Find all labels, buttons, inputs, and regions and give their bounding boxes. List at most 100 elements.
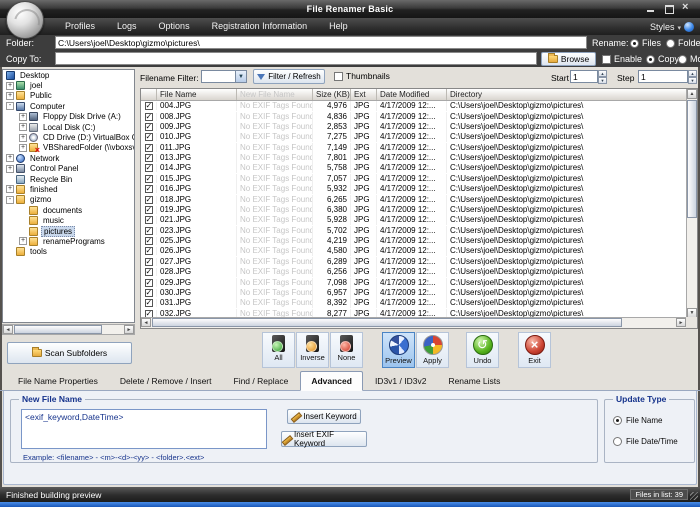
tree-item-pictures[interactable]: pictures: [3, 226, 134, 236]
browse-button[interactable]: Browse: [541, 52, 596, 66]
tab-id3v1-id3v2[interactable]: ID3v1 / ID3v2: [365, 372, 437, 390]
expand-icon[interactable]: +: [6, 82, 14, 90]
inverse-button[interactable]: Inverse: [296, 332, 329, 368]
filter-refresh-button[interactable]: Filter / Refresh: [253, 69, 325, 84]
expand-icon[interactable]: +: [6, 185, 14, 193]
table-row[interactable]: 009.JPGNo EXIF Tags Found2,853JPG4/17/20…: [141, 122, 686, 132]
folder-input[interactable]: [55, 36, 587, 49]
column-header-file-name[interactable]: File Name: [157, 89, 237, 100]
checked-checkbox-icon[interactable]: [145, 185, 153, 193]
spin-up-icon[interactable]: ▲: [598, 70, 607, 77]
expand-icon[interactable]: +: [19, 123, 27, 131]
table-row[interactable]: 008.JPGNo EXIF Tags Found4,836JPG4/17/20…: [141, 111, 686, 121]
tab-find-replace[interactable]: Find / Replace: [224, 372, 299, 390]
checked-checkbox-icon[interactable]: [145, 258, 153, 266]
checked-checkbox-icon[interactable]: [145, 247, 153, 255]
table-row[interactable]: 031.JPGNo EXIF Tags Found8,392JPG4/17/20…: [141, 298, 686, 308]
move-radio[interactable]: Move: [678, 54, 700, 64]
tree-item-network[interactable]: +Network: [3, 153, 134, 163]
spin-up-icon[interactable]: ▲: [688, 70, 697, 77]
tree-item-control-panel[interactable]: +Control Panel: [3, 164, 134, 174]
expand-icon[interactable]: +: [19, 144, 27, 152]
table-row[interactable]: 025.JPGNo EXIF Tags Found4,219JPG4/17/20…: [141, 236, 686, 246]
column-header-size-kb[interactable]: Size (KB): [313, 89, 351, 100]
expand-icon[interactable]: +: [19, 113, 27, 121]
scroll-thumb[interactable]: [687, 100, 697, 218]
table-row[interactable]: 023.JPGNo EXIF Tags Found5,702JPG4/17/20…: [141, 226, 686, 236]
enable-checkbox[interactable]: Enable: [602, 54, 642, 64]
checked-checkbox-icon[interactable]: [145, 196, 153, 204]
tree-item-tools[interactable]: tools: [3, 247, 134, 257]
styles-menu[interactable]: Styles: [650, 18, 694, 35]
tree-item-joel[interactable]: +joel: [3, 80, 134, 90]
menu-item-logs[interactable]: Logs: [106, 18, 148, 35]
tree-item-gizmo[interactable]: -gizmo: [3, 195, 134, 205]
table-row[interactable]: 030.JPGNo EXIF Tags Found6,957JPG4/17/20…: [141, 288, 686, 298]
filename-filter-combo[interactable]: ▼: [201, 70, 247, 83]
tree-item-desktop[interactable]: Desktop: [3, 70, 134, 80]
table-row[interactable]: 032.JPGNo EXIF Tags Found8,277JPG4/17/20…: [141, 309, 686, 318]
scan-subfolders-button[interactable]: Scan Subfolders: [7, 342, 132, 364]
step-spinner[interactable]: ▲▼: [688, 70, 697, 83]
tree-item-documents[interactable]: documents: [3, 205, 134, 215]
table-row[interactable]: 026.JPGNo EXIF Tags Found4,580JPG4/17/20…: [141, 246, 686, 256]
checked-checkbox-icon[interactable]: [145, 144, 153, 152]
column-header-ext[interactable]: Ext: [351, 89, 377, 100]
maximize-icon[interactable]: [664, 4, 674, 13]
checked-checkbox-icon[interactable]: [145, 133, 153, 141]
tree-item-recycle-bin[interactable]: Recycle Bin: [3, 174, 134, 184]
table-vscrollbar[interactable]: ▲ ▼: [686, 89, 697, 318]
checked-checkbox-icon[interactable]: [145, 237, 153, 245]
resize-grip-icon[interactable]: [690, 492, 698, 500]
table-row[interactable]: 018.JPGNo EXIF Tags Found6,265JPG4/17/20…: [141, 194, 686, 204]
checked-checkbox-icon[interactable]: [145, 123, 153, 131]
scroll-left-icon[interactable]: ◄: [141, 318, 151, 327]
checked-checkbox-icon[interactable]: [145, 154, 153, 162]
tree-hscrollbar[interactable]: ◄ ►: [2, 324, 135, 335]
table-row[interactable]: 021.JPGNo EXIF Tags Found5,928JPG4/17/20…: [141, 215, 686, 225]
tree-item-local-disk-c[interactable]: +Local Disk (C:): [3, 122, 134, 132]
all-button[interactable]: All: [262, 332, 295, 368]
scroll-thumb[interactable]: [152, 318, 622, 327]
apply-button[interactable]: Apply: [416, 332, 449, 368]
expand-icon[interactable]: +: [19, 134, 27, 142]
checked-checkbox-icon[interactable]: [145, 113, 153, 121]
tab-file-name-properties[interactable]: File Name Properties: [8, 372, 108, 390]
table-row[interactable]: 019.JPGNo EXIF Tags Found6,380JPG4/17/20…: [141, 205, 686, 215]
table-row[interactable]: 016.JPGNo EXIF Tags Found5,932JPG4/17/20…: [141, 184, 686, 194]
expand-icon[interactable]: +: [6, 154, 14, 162]
tree-item-computer[interactable]: -Computer: [3, 101, 134, 111]
table-row[interactable]: 013.JPGNo EXIF Tags Found7,801JPG4/17/20…: [141, 153, 686, 163]
tree-item-vbsharedfolder-vboxsvr-2[interactable]: +VBSharedFolder (\\vboxsvr) (2: [3, 143, 134, 153]
menu-item-options[interactable]: Options: [148, 18, 201, 35]
collapse-icon[interactable]: -: [6, 196, 14, 204]
table-row[interactable]: 029.JPGNo EXIF Tags Found7,098JPG4/17/20…: [141, 277, 686, 287]
thumbnails-checkbox[interactable]: Thumbnails: [334, 71, 390, 81]
tree-item-music[interactable]: music: [3, 215, 134, 225]
checked-checkbox-icon[interactable]: [145, 206, 153, 214]
tree-item-floppy-disk-drive-a[interactable]: +Floppy Disk Drive (A:): [3, 112, 134, 122]
new-name-pattern-input[interactable]: <exif_keyword,DateTime>: [21, 409, 267, 449]
insert-exif-keyword-button[interactable]: Insert EXIF Keyword: [281, 431, 367, 447]
tab-advanced[interactable]: Advanced: [300, 371, 363, 391]
update-file-name-radio[interactable]: File Name: [613, 416, 662, 425]
help-icon[interactable]: [684, 22, 694, 32]
tree-item-finished[interactable]: +finished: [3, 184, 134, 194]
scroll-up-icon[interactable]: ▲: [687, 89, 697, 99]
checked-checkbox-icon[interactable]: [145, 216, 153, 224]
column-header-new-file-name[interactable]: New File Name: [237, 89, 313, 100]
checked-checkbox-icon[interactable]: [145, 279, 153, 287]
checked-checkbox-icon[interactable]: [145, 164, 153, 172]
expand-icon[interactable]: +: [6, 92, 14, 100]
checked-checkbox-icon[interactable]: [145, 299, 153, 307]
checked-checkbox-icon[interactable]: [145, 289, 153, 297]
insert-keyword-button[interactable]: Insert Keyword: [287, 409, 361, 424]
table-row[interactable]: 014.JPGNo EXIF Tags Found5,758JPG4/17/20…: [141, 163, 686, 173]
column-header-directory[interactable]: Directory: [447, 89, 697, 100]
menu-item-help[interactable]: Help: [318, 18, 359, 35]
menu-item-profiles[interactable]: Profiles: [54, 18, 106, 35]
tree-item-cd-drive-d-virtualbox-guest[interactable]: +CD Drive (D:) VirtualBox Guest: [3, 132, 134, 142]
checked-checkbox-icon[interactable]: [145, 175, 153, 183]
scroll-left-icon[interactable]: ◄: [3, 325, 13, 334]
table-row[interactable]: 028.JPGNo EXIF Tags Found6,256JPG4/17/20…: [141, 267, 686, 277]
